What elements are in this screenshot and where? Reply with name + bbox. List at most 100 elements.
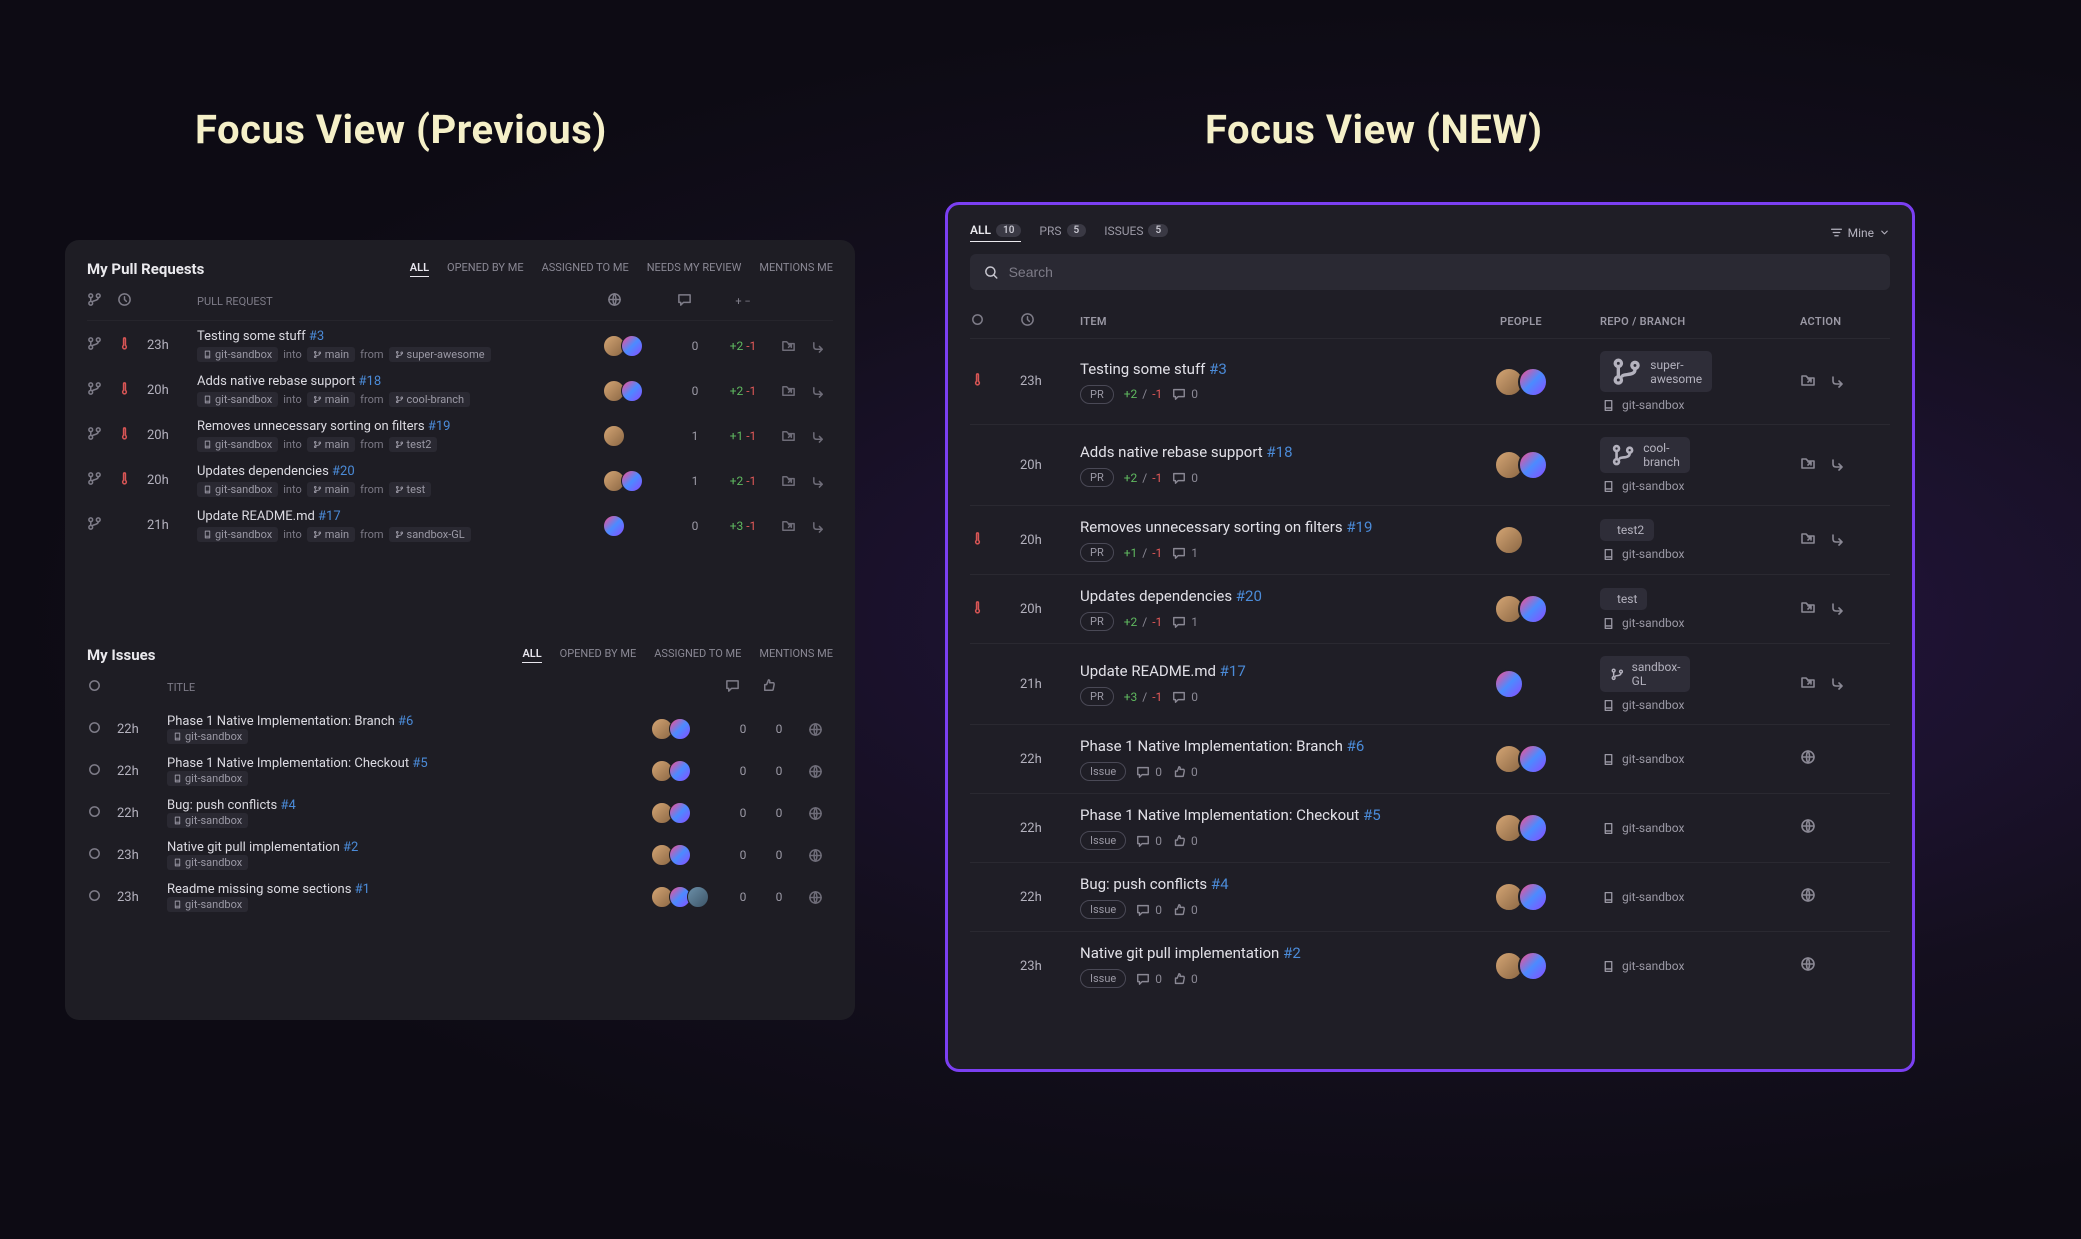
folder-icon[interactable] — [1800, 599, 1816, 619]
arrow-icon[interactable] — [1830, 455, 1846, 475]
issue-row[interactable]: 22hPhase 1 Native Implementation: Checko… — [87, 748, 833, 790]
heading-new: Focus View (NEW) — [1205, 106, 1543, 153]
thumb-count: 0 — [761, 848, 797, 862]
globe-icon[interactable] — [1800, 818, 1816, 838]
issue-row[interactable]: 23hReadme missing some sections #1 git-s… — [87, 874, 833, 916]
avatars — [1500, 367, 1600, 397]
globe-icon[interactable] — [797, 722, 833, 737]
arrow-icon[interactable] — [803, 518, 833, 533]
arrow-icon[interactable] — [1830, 530, 1846, 550]
issue-row[interactable]: 22hBug: push conflicts #4 git-sandbox00 — [87, 790, 833, 832]
time: 20h — [1020, 458, 1080, 473]
folder-icon[interactable] — [773, 518, 803, 533]
search-input[interactable] — [970, 254, 1890, 290]
arrow-icon[interactable] — [803, 338, 833, 353]
filter-all[interactable]: ALL — [522, 647, 541, 663]
list-row[interactable]: 20hUpdates dependencies #20PR+2 / -1 1 t… — [970, 574, 1890, 643]
clock-icon — [117, 292, 147, 310]
folder-icon[interactable] — [773, 473, 803, 488]
issue-row[interactable]: 22hPhase 1 Native Implementation: Branch… — [87, 706, 833, 748]
thumb-count: 0 — [1172, 765, 1198, 779]
diff: +2 -1 — [713, 384, 773, 398]
list-row[interactable]: 23hTesting some stuff #3PR+2 / -1 0 supe… — [970, 338, 1890, 424]
filter-assigned-to-me[interactable]: ASSIGNED TO ME — [654, 647, 741, 663]
issue-section-title: My Issues — [87, 646, 155, 664]
col-action: ACTION — [1800, 315, 1890, 328]
pr-row[interactable]: 20hUpdates dependencies #20 git-sandbox … — [87, 456, 833, 501]
avatars — [1500, 882, 1600, 912]
folder-icon[interactable] — [1800, 674, 1816, 694]
folder-icon[interactable] — [1800, 372, 1816, 392]
branch-info: git-sandbox into main from super-awesome — [197, 347, 607, 362]
temperature-icon — [970, 600, 1020, 619]
list-row[interactable]: 20hAdds native rebase support #18PR+2 / … — [970, 424, 1890, 505]
filter-opened-by-me[interactable]: OPENED BY ME — [447, 261, 524, 277]
globe-icon[interactable] — [1800, 887, 1816, 907]
filter-all[interactable]: ALL — [410, 261, 429, 277]
pr-row[interactable]: 23hTesting some stuff #3 git-sandbox int… — [87, 321, 833, 366]
globe-icon[interactable] — [797, 764, 833, 779]
folder-icon[interactable] — [1800, 530, 1816, 550]
folder-icon[interactable] — [1800, 455, 1816, 475]
arrow-icon[interactable] — [1830, 674, 1846, 694]
branch-chip: sandbox-GL — [1600, 656, 1690, 692]
time: 22h — [117, 764, 167, 779]
repo-name: git-sandbox — [1600, 479, 1800, 493]
globe-icon[interactable] — [1800, 956, 1816, 976]
pr-row[interactable]: 20hRemoves unnecessary sorting on filter… — [87, 411, 833, 456]
thumb-count: 0 — [761, 764, 797, 778]
list-row[interactable]: 22hPhase 1 Native Implementation: Branch… — [970, 724, 1890, 793]
time: 23h — [117, 848, 167, 863]
arrow-icon[interactable] — [803, 428, 833, 443]
diff: +2 / -1 — [1124, 471, 1163, 485]
comment-count: 0 — [725, 890, 761, 904]
tab-prs[interactable]: PRS5 — [1039, 224, 1086, 242]
filter-mentions-me[interactable]: MENTIONS ME — [759, 647, 833, 663]
tab-issues[interactable]: ISSUES5 — [1104, 224, 1168, 242]
list-row[interactable]: 20hRemoves unnecessary sorting on filter… — [970, 505, 1890, 574]
list-row[interactable]: 22hBug: push conflicts #4Issue 0 0 git-s… — [970, 862, 1890, 931]
circle-icon — [87, 888, 117, 907]
col-people: PEOPLE — [1500, 315, 1600, 328]
comment-count: 0 — [1136, 972, 1162, 986]
thumb-count: 0 — [761, 722, 797, 736]
folder-icon[interactable] — [773, 383, 803, 398]
column-headers: ITEM PEOPLE REPO / BRANCH ACTION — [970, 304, 1890, 338]
comment-count: 0 — [725, 722, 761, 736]
globe-icon[interactable] — [1800, 749, 1816, 769]
pr-title: Updates dependencies #20 — [197, 464, 607, 479]
type-pill: PR — [1080, 612, 1114, 631]
item-title: Phase 1 Native Implementation: Checkout … — [1080, 806, 1500, 824]
pr-row[interactable]: 21hUpdate README.md #17 git-sandbox into… — [87, 501, 833, 546]
avatars — [1500, 525, 1600, 555]
list-row[interactable]: 22hPhase 1 Native Implementation: Checko… — [970, 793, 1890, 862]
col-pull-request: PULL REQUEST — [197, 295, 607, 308]
tab-all[interactable]: ALL10 — [970, 223, 1021, 242]
globe-icon[interactable] — [797, 806, 833, 821]
filter-needs-my-review[interactable]: NEEDS MY REVIEW — [647, 261, 742, 277]
arrow-icon[interactable] — [803, 383, 833, 398]
pr-row[interactable]: 20hAdds native rebase support #18 git-sa… — [87, 366, 833, 411]
type-pill: Issue — [1080, 831, 1126, 850]
mine-dropdown[interactable]: Mine — [1830, 226, 1890, 240]
item-title: Testing some stuff #3 — [1080, 360, 1500, 378]
list-row[interactable]: 23hNative git pull implementation #2Issu… — [970, 931, 1890, 1000]
merge-icon — [87, 516, 117, 535]
arrow-icon[interactable] — [1830, 599, 1846, 619]
item-title: Native git pull implementation #2 — [1080, 944, 1500, 962]
filter-opened-by-me[interactable]: OPENED BY ME — [560, 647, 637, 663]
issue-row[interactable]: 23hNative git pull implementation #2 git… — [87, 832, 833, 874]
time: 22h — [1020, 821, 1080, 836]
filter-mentions-me[interactable]: MENTIONS ME — [759, 261, 833, 277]
comment-count: 0 — [725, 806, 761, 820]
list-row[interactable]: 21hUpdate README.md #17PR+3 / -1 0 sandb… — [970, 643, 1890, 724]
filter-assigned-to-me[interactable]: ASSIGNED TO ME — [542, 261, 629, 277]
item-title: Update README.md #17 — [1080, 662, 1500, 680]
arrow-icon[interactable] — [803, 473, 833, 488]
globe-icon[interactable] — [797, 890, 833, 905]
folder-icon[interactable] — [773, 428, 803, 443]
repo-name: git-sandbox — [1600, 752, 1800, 766]
globe-icon[interactable] — [797, 848, 833, 863]
arrow-icon[interactable] — [1830, 372, 1846, 392]
folder-icon[interactable] — [773, 338, 803, 353]
